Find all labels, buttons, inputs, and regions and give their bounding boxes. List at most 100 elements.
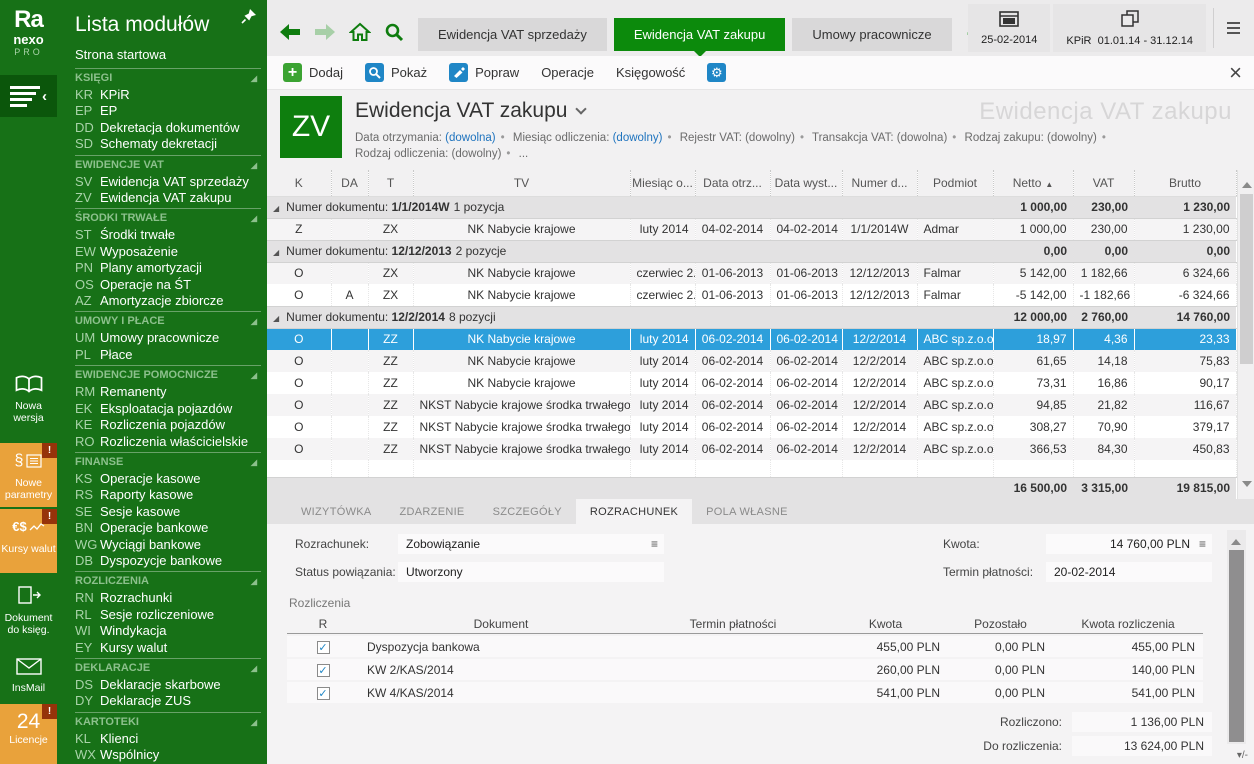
sidebar-item-sesje-rozliczeniowe[interactable]: RLSesje rozliczeniowe bbox=[75, 607, 261, 623]
table-row[interactable]: OZZNK Nabycie krajoweluty 201406-02-2014… bbox=[267, 350, 1236, 372]
close-icon[interactable]: × bbox=[1229, 60, 1242, 86]
sidebar-item-place[interactable]: PLPłace bbox=[75, 347, 261, 363]
section-header[interactable]: ROZLICZENIA◢ bbox=[75, 573, 261, 590]
sidebar-item-schematy-dekretacji[interactable]: SDSchematy dekretacji bbox=[75, 136, 261, 152]
more-filters[interactable]: ... bbox=[519, 148, 529, 160]
column-header-miesiac[interactable]: Miesiąc o... bbox=[630, 170, 695, 196]
settlement-row[interactable]: ✓ KW 4/KAS/2014 541,00 PLN 0,00 PLN 541,… bbox=[287, 682, 1203, 703]
sidebar-item-ep[interactable]: EPEP bbox=[75, 103, 261, 119]
sidebar-item-wspolnicy[interactable]: WXWspólnicy bbox=[75, 747, 261, 763]
column-header-data-wyst[interactable]: Data wyst... bbox=[770, 170, 842, 196]
rozrachunek-field[interactable]: Zobowiązanie ≡ bbox=[398, 534, 664, 554]
detail-scrollbar[interactable] bbox=[1227, 530, 1246, 744]
table-row[interactable]: ZZXNK Nabycie krajoweluty 201404-02-2014… bbox=[267, 218, 1236, 240]
sidebar-item-remanenty[interactable]: RMRemanenty bbox=[75, 384, 261, 400]
module-list-button[interactable]: ‹ bbox=[0, 75, 57, 117]
table-row[interactable]: OZZNK Nabycie krajoweluty 201406-02-2014… bbox=[267, 372, 1236, 394]
rail-item-dokument-do-ksieg[interactable]: Dokument do księg. bbox=[0, 578, 57, 646]
filter[interactable]: Rodzaj odliczenia: (dowolny) bbox=[355, 148, 501, 160]
scroll-up-icon[interactable] bbox=[1242, 177, 1252, 188]
back-button[interactable] bbox=[279, 23, 301, 41]
sidebar-item-dyspozycje-bankowe[interactable]: DBDyspozycje bankowe bbox=[75, 553, 261, 569]
rail-item-insmail[interactable]: InsMail bbox=[0, 648, 57, 702]
sidebar-item-klienci[interactable]: KLKlienci bbox=[75, 731, 261, 747]
sidebar-item-operacje-bankowe[interactable]: BNOperacje bankowe bbox=[75, 520, 261, 536]
sidebar-item-raporty-kasowe[interactable]: RSRaporty kasowe bbox=[75, 487, 261, 503]
search-button[interactable] bbox=[384, 22, 404, 42]
expand-icon[interactable]: ◢ bbox=[273, 248, 279, 257]
sidebar-item-dekretacja-dokumentow[interactable]: DDDekretacja dokumentów bbox=[75, 120, 261, 136]
checkbox-checked[interactable]: ✓ bbox=[317, 664, 330, 677]
sidebar-item-umowy-pracownicze[interactable]: UMUmowy pracownicze bbox=[75, 330, 261, 346]
filter[interactable]: Transakcja VAT: (dowolna) bbox=[812, 132, 947, 144]
sidebar-item-eksploatacja-pojazdow[interactable]: EKEksploatacja pojazdów bbox=[75, 401, 261, 417]
section-header[interactable]: FINANSE◢ bbox=[75, 454, 261, 471]
tab-szczegoly[interactable]: SZCZEGÓŁY bbox=[479, 499, 576, 524]
section-header[interactable]: ŚRODKI TRWAŁE◢ bbox=[75, 210, 261, 227]
column-header-netto[interactable]: Netto▲ bbox=[993, 170, 1073, 196]
tab-pola-wlasne[interactable]: POLA WŁASNE bbox=[692, 499, 802, 524]
tab-rozrachunek[interactable]: ROZRACHUNEK bbox=[576, 499, 692, 524]
checkbox-checked[interactable]: ✓ bbox=[317, 641, 330, 654]
sidebar-item-operacje-kasowe[interactable]: KSOperacje kasowe bbox=[75, 471, 261, 487]
grid-scrollbar[interactable] bbox=[1237, 170, 1254, 499]
section-header[interactable]: EWIDENCJE VAT◢ bbox=[75, 157, 261, 174]
column-header-podmiot[interactable]: Podmiot bbox=[917, 170, 993, 196]
pin-icon[interactable] bbox=[241, 8, 257, 24]
section-header[interactable]: UMOWY I PŁACE◢ bbox=[75, 313, 261, 330]
scrollbar-thumb[interactable] bbox=[1229, 550, 1244, 742]
sidebar-item-sesje-kasowe[interactable]: SESesje kasowe bbox=[75, 504, 261, 520]
page-title[interactable]: Ewidencja VAT zakupu bbox=[355, 99, 585, 123]
group-row[interactable]: ◢Numer dokumentu: 12/2/20148 pozycji 12 … bbox=[267, 306, 1236, 328]
column-header-numer[interactable]: Numer d... bbox=[842, 170, 917, 196]
filter[interactable]: Rodzaj zakupu: (dowolny) bbox=[965, 132, 1097, 144]
settings-button[interactable]: ⚙ bbox=[707, 63, 733, 82]
column-header-data-otrz[interactable]: Data otrz... bbox=[695, 170, 770, 196]
section-header[interactable]: KARTOTEKI◢ bbox=[75, 714, 261, 731]
filter[interactable]: Rejestr VAT: (dowolny) bbox=[680, 132, 795, 144]
operations-menu[interactable]: Operacje bbox=[541, 65, 594, 80]
filter[interactable]: Miesiąc odliczenia: (dowolny) bbox=[513, 132, 663, 144]
add-button[interactable]: + Dodaj bbox=[283, 63, 343, 82]
sidebar-item-wyposazenie[interactable]: EWWyposażenie bbox=[75, 244, 261, 260]
scroll-down-icon[interactable] bbox=[1242, 481, 1252, 492]
section-header[interactable]: EWIDENCJE POMOCNICZE◢ bbox=[75, 367, 261, 384]
forward-button[interactable] bbox=[314, 23, 336, 41]
rail-item-nowa-wersja[interactable]: Nowa wersja bbox=[0, 366, 57, 434]
rail-item-kursy-walut[interactable]: ! €$ Kursy walut bbox=[0, 509, 57, 573]
tab-umowy-pracownicze[interactable]: Umowy pracownicze bbox=[792, 18, 951, 51]
sidebar-item-ewidencja-vat-sprzedazy[interactable]: SVEwidencja VAT sprzedaży bbox=[75, 174, 261, 190]
kwota-field[interactable]: 14 760,00 PLN ≡ bbox=[1046, 534, 1212, 554]
sidebar-item-deklaracje-zus[interactable]: DYDeklaracje ZUS bbox=[75, 693, 261, 709]
table-row[interactable]: OZZNKST Nabycie krajowe środka trwałegol… bbox=[267, 394, 1236, 416]
sidebar-item-rozliczenia-pojazdow[interactable]: KERozliczenia pojazdów bbox=[75, 417, 261, 433]
sidebar-item-rozrachunki[interactable]: RNRozrachunki bbox=[75, 590, 261, 606]
sidebar-item-operacje-na-st[interactable]: OSOperacje na ŚT bbox=[75, 277, 261, 293]
table-row[interactable]: OAZXNK Nabycie krajoweczerwiec 2...01-06… bbox=[267, 284, 1236, 306]
table-row[interactable]: OZZNKST Nabycie krajowe środka trwałegol… bbox=[267, 438, 1236, 460]
sidebar-item-wyciagi-bankowe[interactable]: WGWyciągi bankowe bbox=[75, 537, 261, 553]
work-date-button[interactable]: 25-02-2014 bbox=[968, 4, 1050, 52]
sidebar-item-ewidencja-vat-zakupu[interactable]: ZVEwidencja VAT zakupu bbox=[75, 190, 261, 206]
table-row-selected[interactable]: OZZNK Nabycie krajoweluty 201406-02-2014… bbox=[267, 328, 1236, 350]
tab-wizytowka[interactable]: WIZYTÓWKA bbox=[287, 499, 386, 524]
sidebar-item-kursy-walut[interactable]: EYKursy walut bbox=[75, 640, 261, 656]
sidebar-item-amortyzacje-zbiorcze[interactable]: AZAmortyzacje zbiorcze bbox=[75, 293, 261, 309]
tab-ewidencja-vat-sprzedazy[interactable]: Ewidencja VAT sprzedaży bbox=[418, 18, 607, 51]
sidebar-item-rozliczenia-wlascicielskie[interactable]: RORozliczenia właścicielskie bbox=[75, 434, 261, 450]
sidebar-item-kpir[interactable]: KRKPiR bbox=[75, 87, 261, 103]
sidebar-item-srodki-trwale[interactable]: STŚrodki trwałe bbox=[75, 227, 261, 243]
rail-item-licencje[interactable]: ! 24 Licencje bbox=[0, 704, 57, 764]
column-header-da[interactable]: DA bbox=[331, 170, 368, 196]
home-button[interactable] bbox=[349, 22, 371, 42]
scroll-up-icon[interactable] bbox=[1231, 534, 1241, 545]
sidebar-item-windykacja[interactable]: WIWindykacja bbox=[75, 623, 261, 639]
sidebar-item-plany-amortyzacji[interactable]: PNPlany amortyzacji bbox=[75, 260, 261, 276]
sidebar-item-strona-startowa[interactable]: Strona startowa bbox=[75, 46, 261, 66]
field-menu-icon[interactable]: ≡ bbox=[651, 534, 658, 554]
section-header[interactable]: KSIĘGI◢ bbox=[75, 70, 261, 87]
column-header-tv[interactable]: TV bbox=[413, 170, 630, 196]
termin-platnosci-field[interactable]: 20-02-2014 bbox=[1046, 562, 1212, 582]
rail-item-nowe-parametry[interactable]: ! § Nowe parametry bbox=[0, 443, 57, 507]
checkbox-checked[interactable]: ✓ bbox=[317, 687, 330, 700]
